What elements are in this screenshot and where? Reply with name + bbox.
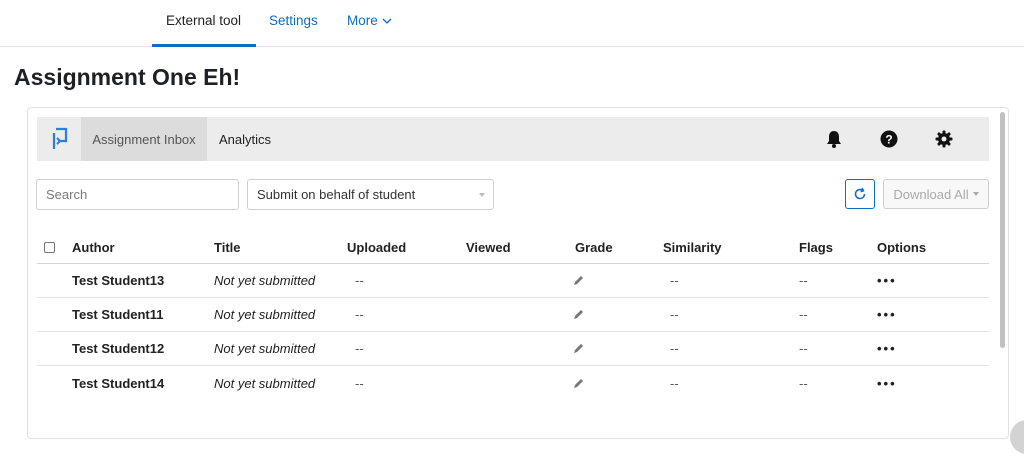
- uploaded-cell: --: [355, 307, 364, 322]
- options-button[interactable]: •••: [877, 298, 897, 331]
- refresh-button[interactable]: [845, 179, 875, 209]
- logo-icon[interactable]: [41, 120, 79, 158]
- caret-down-icon: [479, 193, 485, 197]
- column-uploaded[interactable]: Uploaded: [347, 231, 406, 263]
- active-tab-indicator: [152, 44, 256, 47]
- column-similarity[interactable]: Similarity: [663, 231, 722, 263]
- similarity-cell: --: [670, 307, 679, 322]
- table-row: Test Student13 Not yet submitted -- -- -…: [37, 264, 989, 298]
- caret-down-icon: [972, 192, 979, 196]
- flags-cell: --: [799, 307, 808, 322]
- tab-more[interactable]: More: [347, 13, 392, 28]
- flags-cell: --: [799, 341, 808, 356]
- nav-assignment-inbox[interactable]: Assignment Inbox: [81, 117, 207, 161]
- title-cell: Not yet submitted: [214, 307, 316, 322]
- column-author[interactable]: Author: [72, 231, 115, 263]
- download-all-button[interactable]: Download All: [883, 179, 989, 209]
- column-options: Options: [877, 239, 927, 255]
- page-title: Assignment One Eh!: [14, 64, 241, 90]
- author-cell[interactable]: Test Student12: [72, 332, 164, 365]
- author-cell[interactable]: Test Student14: [72, 366, 164, 400]
- submit-select-value: Submit on behalf of student: [257, 187, 416, 202]
- similarity-cell: --: [670, 273, 679, 288]
- help-icon[interactable]: ?: [878, 128, 900, 150]
- submissions-table: Author Title Uploaded Viewed Grade Simil…: [37, 231, 989, 400]
- pencil-icon[interactable]: [573, 366, 584, 400]
- options-button[interactable]: •••: [877, 332, 897, 365]
- title-cell: Not yet submitted: [214, 273, 316, 288]
- scrollbar[interactable]: [1000, 112, 1005, 348]
- bell-icon[interactable]: [823, 128, 845, 150]
- uploaded-cell: --: [355, 273, 364, 288]
- secondary-navigation: External tool Settings More: [0, 0, 1024, 47]
- table-header: Author Title Uploaded Viewed Grade Simil…: [37, 231, 989, 264]
- svg-text:?: ?: [885, 133, 892, 147]
- title-cell: Not yet submitted: [214, 341, 316, 356]
- table-row: Test Student11 Not yet submitted -- -- -…: [37, 298, 989, 332]
- tool-frame: Assignment Inbox Analytics ? Search Subm…: [27, 107, 1009, 439]
- similarity-cell: --: [670, 341, 679, 356]
- column-flags[interactable]: Flags: [799, 231, 833, 263]
- pencil-icon[interactable]: [573, 264, 584, 297]
- uploaded-cell: --: [355, 341, 364, 356]
- author-cell[interactable]: Test Student13: [72, 264, 164, 297]
- table-row: Test Student14 Not yet submitted -- -- -…: [37, 366, 989, 400]
- download-all-label: Download All: [893, 186, 969, 202]
- search-input[interactable]: [36, 179, 239, 210]
- pencil-icon[interactable]: [573, 298, 584, 331]
- tab-more-label: More: [347, 13, 378, 28]
- table-row: Test Student12 Not yet submitted -- -- -…: [37, 332, 989, 366]
- column-viewed[interactable]: Viewed: [466, 231, 511, 263]
- author-cell[interactable]: Test Student11: [72, 298, 164, 331]
- column-grade[interactable]: Grade: [575, 231, 613, 263]
- gear-icon[interactable]: [933, 128, 955, 150]
- similarity-cell: --: [670, 375, 679, 391]
- flags-cell: --: [799, 273, 808, 288]
- select-all-checkbox[interactable]: [44, 231, 55, 263]
- options-button[interactable]: •••: [877, 264, 897, 297]
- submit-on-behalf-select[interactable]: Submit on behalf of student: [247, 179, 494, 210]
- refresh-icon: [854, 187, 866, 200]
- nav-analytics[interactable]: Analytics: [219, 117, 271, 161]
- pencil-icon[interactable]: [573, 332, 584, 365]
- tab-external-tool[interactable]: External tool: [166, 13, 241, 28]
- scroll-to-top-button[interactable]: [1010, 420, 1024, 454]
- title-cell: Not yet submitted: [214, 375, 316, 391]
- chevron-down-icon: [382, 13, 392, 28]
- column-title[interactable]: Title: [214, 231, 241, 263]
- options-button[interactable]: •••: [877, 366, 897, 400]
- flags-cell: --: [799, 375, 808, 391]
- uploaded-cell: --: [355, 375, 364, 391]
- tool-toolbar: Assignment Inbox Analytics ?: [37, 117, 989, 161]
- tab-settings[interactable]: Settings: [269, 13, 318, 28]
